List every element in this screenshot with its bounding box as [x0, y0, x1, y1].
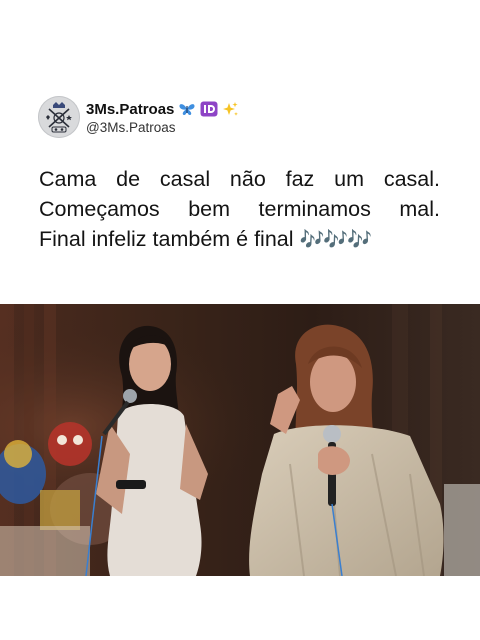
post-header: 3Ms.Patroas @3Ms.Patroas — [38, 96, 239, 138]
sparkles-icon — [222, 101, 239, 118]
name-row: 3Ms.Patroas — [86, 99, 239, 119]
post-text-line-2: Começamos bem terminamos mal. — [39, 197, 440, 221]
post-text-line-3-words: Final infeliz também é final — [39, 227, 294, 251]
butterfly-icon — [178, 102, 196, 117]
id-badge-icon — [200, 101, 218, 117]
avatar[interactable] — [38, 96, 80, 138]
avatar-emblem-icon — [46, 102, 72, 133]
musical-notes-icon: 🎶🎶🎶 — [299, 229, 373, 251]
post-text-line-3: Final infeliz também é final 🎶🎶🎶 — [39, 224, 440, 255]
post-text-line-1: Cama de casal não faz um casal. — [39, 167, 440, 191]
display-name[interactable]: 3Ms.Patroas — [86, 101, 174, 118]
photo-two-women-singing — [0, 304, 480, 576]
post-text: Cama de casal não faz um casal. Começamo… — [39, 164, 440, 255]
author-names: 3Ms.Patroas @3Ms.Patroas — [86, 99, 239, 135]
post-photo[interactable] — [0, 304, 480, 576]
handle[interactable]: @3Ms.Patroas — [86, 120, 239, 135]
